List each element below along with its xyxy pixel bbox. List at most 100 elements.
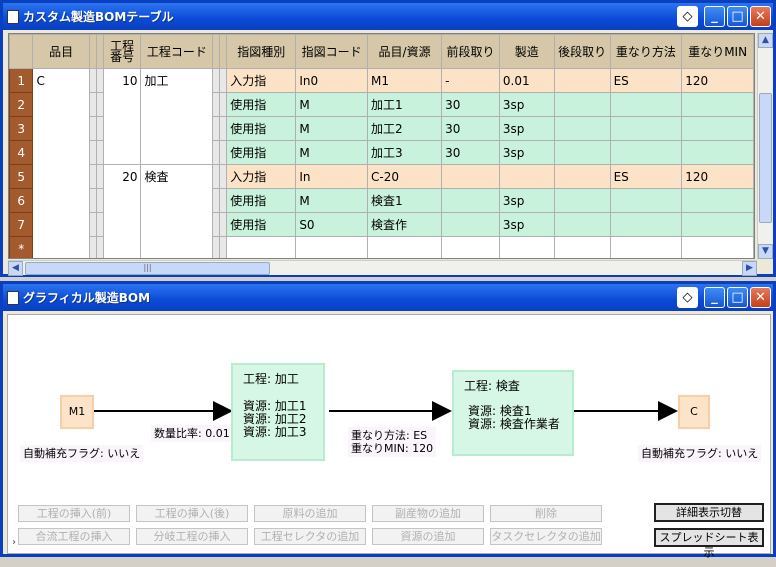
vertical-scrollbar[interactable]: ▲ ▼ [757, 33, 773, 259]
cell-mfg[interactable]: 3sp [498, 116, 555, 141]
table-row[interactable]: 5 20 検査 入力指 In C-20 ES 120 [9, 164, 754, 189]
cell-ovmin[interactable]: 120 [681, 164, 754, 189]
cell-item[interactable]: C [32, 68, 90, 93]
cell-proc_code[interactable] [140, 140, 214, 165]
diamond-icon[interactable]: ◇ [677, 287, 698, 308]
scroll-thumb[interactable] [759, 93, 772, 223]
table-row[interactable]: * [9, 236, 754, 258]
cell-mfg[interactable] [498, 164, 555, 189]
bom-graph-canvas[interactable]: M1 自動補充フラグ: いいえ 数量比率: 0.01 工程: 加工 資源: 加工… [7, 314, 771, 559]
horizontal-scrollbar[interactable]: ◀ ||| ▶ [8, 260, 757, 276]
cell-res[interactable]: 加工3 [367, 140, 443, 165]
cell-post[interactable] [553, 212, 611, 237]
table-row[interactable]: 4 使用指 M 加工3 30 3sp [9, 140, 754, 165]
cell-mfg[interactable]: 3sp [498, 188, 555, 213]
cell-code[interactable]: M [295, 92, 369, 117]
cell-proc_no[interactable] [102, 92, 142, 117]
cell-pre[interactable]: 30 [441, 116, 500, 141]
cell-type[interactable]: 使用指 [226, 116, 297, 141]
cell-proc_no[interactable] [102, 212, 142, 237]
graph-titlebar[interactable]: グラフィカル製造BOM ◇ _ □ ✕ [3, 284, 773, 311]
scroll-thumb-h[interactable]: ||| [25, 262, 270, 275]
cell-type[interactable]: 入力指 [226, 68, 297, 93]
col-order-code[interactable]: 指図コード [295, 34, 369, 69]
maximize-button[interactable]: □ [727, 6, 748, 27]
cell-post[interactable] [553, 140, 611, 165]
row-number[interactable]: 4 [9, 140, 34, 165]
cell-res[interactable]: 加工1 [367, 92, 443, 117]
add-resource-button[interactable]: 資源の追加 [372, 528, 484, 545]
scroll-down-icon[interactable]: ▼ [758, 244, 773, 259]
close-button[interactable]: ✕ [750, 287, 771, 308]
cell-ov[interactable]: ES [609, 164, 683, 189]
insert-process-after-button[interactable]: 工程の挿入(後) [136, 505, 248, 522]
maximize-button[interactable]: □ [727, 287, 748, 308]
cell-post[interactable] [553, 164, 611, 189]
cell-type[interactable]: 入力指 [226, 164, 297, 189]
cell-proc_code[interactable] [140, 92, 214, 117]
cell-code[interactable]: M [295, 188, 369, 213]
cell-type[interactable] [226, 236, 297, 258]
insert-branch-process-button[interactable]: 分岐工程の挿入 [136, 528, 248, 545]
minimize-button[interactable]: _ [704, 287, 725, 308]
add-byproduct-button[interactable]: 副産物の追加 [372, 505, 484, 522]
cell-post[interactable] [553, 68, 611, 93]
cell-res[interactable]: 加工2 [367, 116, 443, 141]
row-number[interactable]: 1 [9, 68, 34, 93]
col-overlap-min[interactable]: 重なりMIN [681, 34, 754, 69]
col-overlap-method[interactable]: 重なり方法 [609, 34, 683, 69]
scroll-up-icon[interactable]: ▲ [758, 33, 773, 48]
process-node-processing[interactable]: 工程: 加工 資源: 加工1 資源: 加工2 資源: 加工3 [231, 363, 325, 461]
cell-ovmin[interactable] [681, 212, 754, 237]
show-spreadsheet-button[interactable]: スプレッドシート表示 [654, 528, 764, 559]
row-number[interactable]: 2 [9, 92, 34, 117]
cell-code[interactable]: M [295, 116, 369, 141]
cell-item[interactable] [32, 188, 90, 213]
table-titlebar[interactable]: カスタム製造BOMテーブル ◇ _ □ ✕ [3, 3, 773, 30]
minimize-button[interactable]: _ [704, 6, 725, 27]
cell-ov[interactable]: ES [609, 68, 683, 93]
close-button[interactable]: ✕ [750, 6, 771, 27]
col-manufacture[interactable]: 製造 [498, 34, 555, 69]
cell-post[interactable] [553, 236, 611, 258]
table-row[interactable]: 3 使用指 M 加工2 30 3sp [9, 116, 754, 141]
material-node-m1[interactable]: M1 [60, 395, 94, 429]
cell-post[interactable] [553, 116, 611, 141]
cell-proc_code[interactable] [140, 212, 214, 237]
corner-cell[interactable] [9, 34, 34, 69]
cell-pre[interactable]: 30 [441, 92, 500, 117]
cell-ovmin[interactable] [681, 188, 754, 213]
row-number[interactable]: * [9, 236, 34, 258]
cell-code[interactable]: In [295, 164, 369, 189]
cell-mfg[interactable] [498, 236, 555, 258]
product-node-c[interactable]: C [678, 395, 710, 429]
cell-pre[interactable] [441, 188, 500, 213]
cell-code[interactable]: S0 [295, 212, 369, 237]
cell-res[interactable]: C-20 [367, 164, 443, 189]
add-process-selector-button[interactable]: 工程セレクタの追加 [254, 528, 366, 545]
cell-mfg[interactable]: 3sp [498, 140, 555, 165]
scroll-right-icon[interactable]: ▶ [742, 261, 757, 276]
toggle-detail-button[interactable]: 詳細表示切替 [654, 503, 764, 522]
cell-pre[interactable] [441, 164, 500, 189]
cell-ov[interactable] [609, 92, 683, 117]
col-proc-code[interactable]: 工程コード [140, 34, 214, 69]
cell-ovmin[interactable] [681, 116, 754, 141]
cell-type[interactable]: 使用指 [226, 212, 297, 237]
cell-ov[interactable] [609, 116, 683, 141]
cell-ovmin[interactable]: 120 [681, 68, 754, 93]
table-row[interactable]: 7 使用指 S0 検査作 3sp [9, 212, 754, 237]
table-row[interactable]: 1 C 10 加工 入力指 In0 M1-0.01 ES 120 [9, 68, 754, 93]
row-number[interactable]: 6 [9, 188, 34, 213]
cell-ov[interactable] [609, 188, 683, 213]
cell-ovmin[interactable] [681, 92, 754, 117]
cell-item[interactable] [32, 140, 90, 165]
cell-proc_code[interactable] [140, 236, 214, 258]
cell-item[interactable] [32, 212, 90, 237]
row-number[interactable]: 7 [9, 212, 34, 237]
cell-res[interactable]: 検査作 [367, 212, 443, 237]
col-item-resource[interactable]: 品目/資源 [367, 34, 443, 69]
cell-ov[interactable] [609, 140, 683, 165]
cell-proc_no[interactable]: 10 [102, 68, 142, 93]
col-pre-setup[interactable]: 前段取り [441, 34, 500, 69]
